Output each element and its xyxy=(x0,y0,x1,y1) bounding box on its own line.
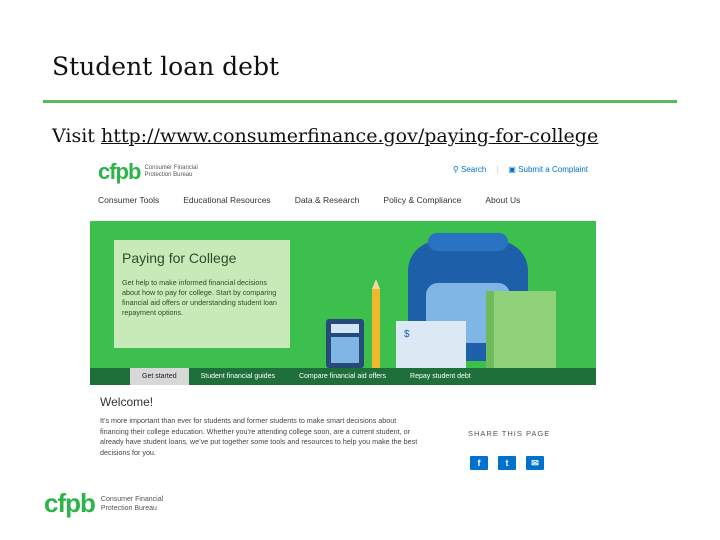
search-link[interactable]: ⚲ Search xyxy=(453,165,486,174)
hero-title: Paying for College xyxy=(122,250,237,266)
pencil xyxy=(372,289,380,368)
footer-cfpb-word: cfpb xyxy=(44,488,96,518)
cfpb-logo-word: cfpb xyxy=(98,159,141,184)
notebook-spine xyxy=(486,291,494,368)
search-icon: ⚲ xyxy=(452,165,459,174)
nav-data-research[interactable]: Data & Research xyxy=(295,195,360,205)
hero-body: Get help to make informed financial deci… xyxy=(122,278,277,317)
calculator-screen xyxy=(331,324,359,333)
visit-prefix: Visit xyxy=(52,125,95,147)
nav-educational-resources[interactable]: Educational Resources xyxy=(183,195,270,205)
hero-banner: Paying for College Get help to make info… xyxy=(90,221,596,368)
nav-consumer-tools[interactable]: Consumer Tools xyxy=(98,195,159,205)
title-rule xyxy=(43,100,677,103)
cfpb-logo-sub: Consumer Financial Protection Bureau xyxy=(144,165,198,178)
twitter-icon[interactable]: t xyxy=(498,456,516,470)
calculator-keys xyxy=(331,337,359,363)
site-logo[interactable]: cfpb Consumer Financial Protection Burea… xyxy=(98,159,198,185)
welcome-body: It’s more important than ever for studen… xyxy=(100,416,418,457)
nav-policy-compliance[interactable]: Policy & Compliance xyxy=(383,195,461,205)
notebook xyxy=(486,291,556,368)
footer-cfpb-sub: Consumer Financial Protection Bureau xyxy=(100,495,164,512)
divider: | xyxy=(496,165,499,174)
welcome-title: Welcome! xyxy=(100,395,154,409)
dollar-sign: $ xyxy=(404,329,410,340)
share-title: SHARE THIS PAGE xyxy=(468,429,551,438)
tab-compare-aid-offers[interactable]: Compare financial aid offers xyxy=(287,368,398,385)
tabs-bar: Get started Student financial guides Com… xyxy=(90,368,596,385)
top-links: ⚲ Search | ▣ Submit a Complaint xyxy=(453,165,588,174)
share-icons: f t ✉ xyxy=(470,456,544,470)
tab-get-started[interactable]: Get started xyxy=(130,368,189,385)
email-icon[interactable]: ✉ xyxy=(526,456,544,470)
backpack-top xyxy=(428,233,508,251)
facebook-icon[interactable]: f xyxy=(470,456,488,470)
visit-line: Visit http://www.consumerfinance.gov/pay… xyxy=(52,125,598,147)
complaint-icon: ▣ xyxy=(508,165,516,174)
footer-logo: cfpb Consumer Financial Protection Burea… xyxy=(44,488,163,519)
slide-title: Student loan debt xyxy=(52,52,280,81)
hero-card: Paying for College Get help to make info… xyxy=(114,240,290,348)
main-nav: Consumer Tools Educational Resources Dat… xyxy=(98,195,520,205)
tab-student-financial-guides[interactable]: Student financial guides xyxy=(189,368,287,385)
nav-about-us[interactable]: About Us xyxy=(485,195,520,205)
pencil-tip xyxy=(372,279,380,289)
hero-illustration: $ xyxy=(326,233,556,368)
website-screenshot: cfpb Consumer Financial Protection Burea… xyxy=(90,153,596,485)
visit-link[interactable]: http://www.consumerfinance.gov/paying-fo… xyxy=(101,125,598,147)
tab-repay-student-debt[interactable]: Repay student debt xyxy=(398,368,483,385)
submit-complaint-link[interactable]: ▣ Submit a Complaint xyxy=(508,165,588,174)
